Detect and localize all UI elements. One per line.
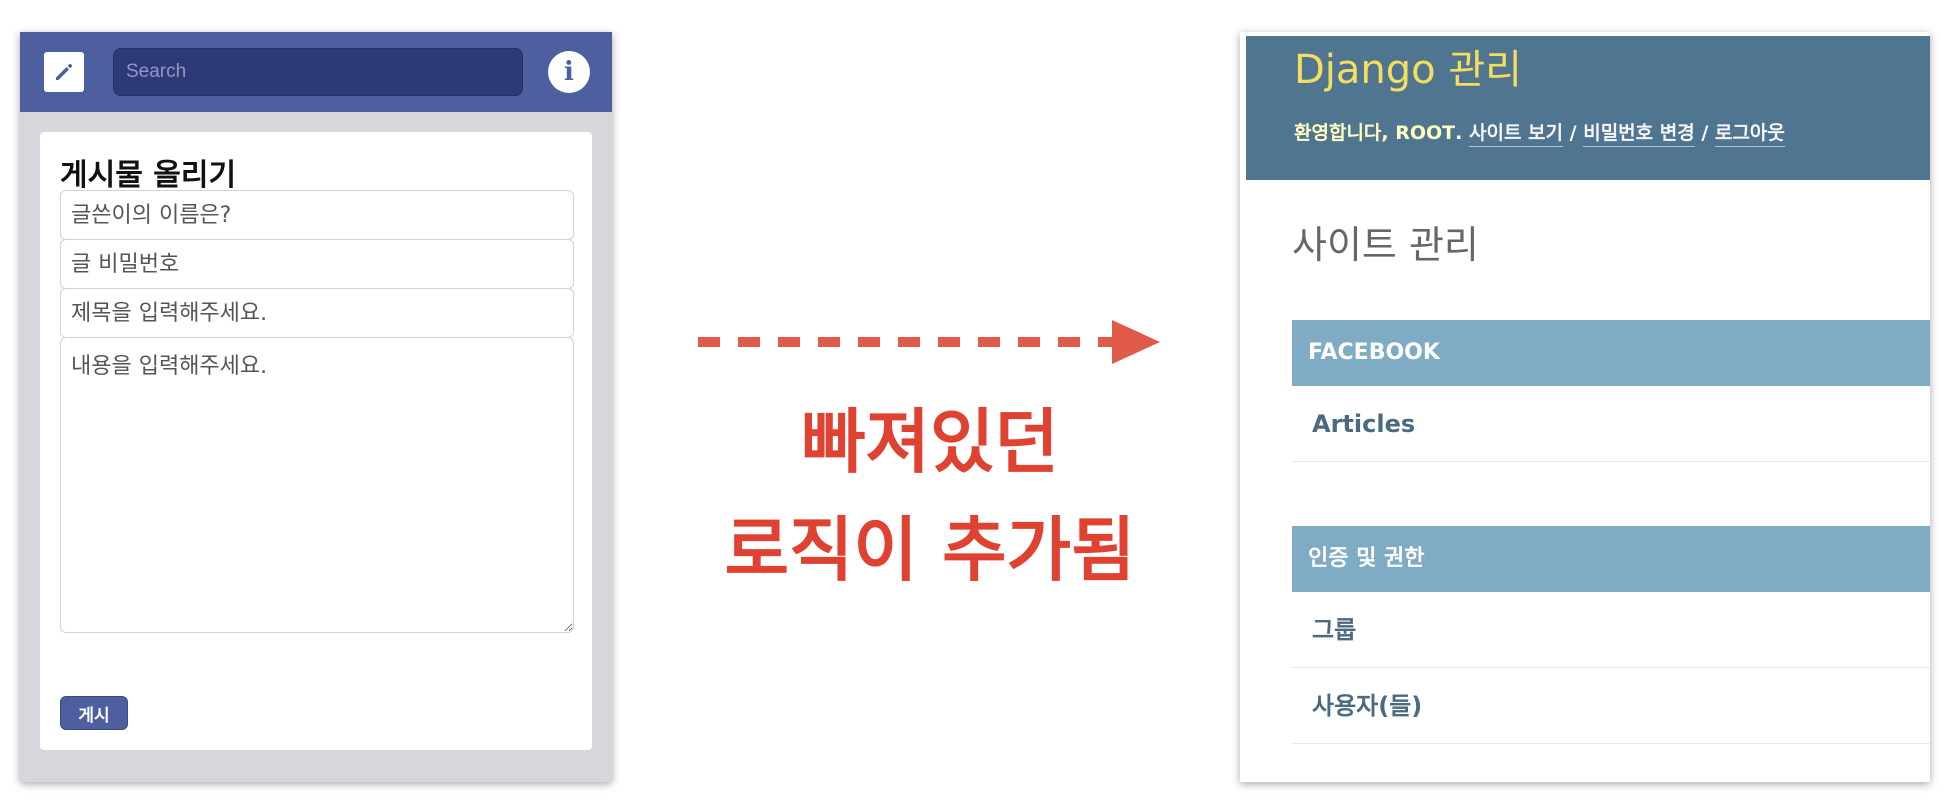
- change-caption: 빠져있던 로직이 추가됨: [680, 388, 1180, 604]
- model-row: 그룹: [1292, 592, 1930, 668]
- app-module-auth: 인증 및 권한 그룹 사용자(들): [1292, 526, 1930, 744]
- search-input[interactable]: [113, 48, 523, 96]
- view-site-link[interactable]: 사이트 보기: [1469, 122, 1564, 147]
- model-link-articles[interactable]: Articles: [1312, 410, 1415, 438]
- dashed-arrow-icon: [698, 320, 1160, 364]
- post-form-card: 게시물 올리기 게시: [40, 132, 592, 750]
- model-row: Articles: [1292, 386, 1930, 462]
- content-textarea[interactable]: [60, 337, 574, 633]
- app-module-facebook: FACEBOOK Articles: [1292, 320, 1930, 462]
- board-app-window: i 게시물 올리기 게시: [20, 32, 612, 782]
- site-branding[interactable]: Django 관리: [1294, 42, 1522, 98]
- pencil-icon: [56, 63, 73, 80]
- subject-input[interactable]: [60, 288, 574, 338]
- separator: /: [1701, 122, 1709, 144]
- logout-link[interactable]: 로그아웃: [1714, 122, 1785, 147]
- django-admin-window: Django 관리 환영합니다, ROOT. 사이트 보기 / 비밀번호 변경 …: [1240, 32, 1930, 782]
- page-title: 사이트 관리: [1292, 223, 1479, 267]
- welcome-text: 환영합니다,: [1294, 122, 1389, 144]
- module-caption[interactable]: 인증 및 권한: [1292, 526, 1930, 592]
- write-button[interactable]: [44, 52, 84, 92]
- post-password-input[interactable]: [60, 239, 574, 289]
- author-name-input[interactable]: [60, 190, 574, 240]
- model-row: 사용자(들): [1292, 668, 1930, 744]
- info-button[interactable]: i: [548, 51, 590, 93]
- post-submit-button[interactable]: 게시: [60, 696, 128, 730]
- username: ROOT: [1395, 122, 1456, 144]
- user-tools: 환영합니다, ROOT. 사이트 보기 / 비밀번호 변경 / 로그아웃: [1294, 118, 1785, 147]
- info-icon: i: [564, 57, 574, 87]
- caption-line-2: 로직이 추가됨: [724, 509, 1136, 591]
- form-title: 게시물 올리기: [60, 158, 237, 193]
- caption-line-1: 빠져있던: [801, 401, 1059, 483]
- module-caption[interactable]: FACEBOOK: [1292, 320, 1930, 386]
- change-password-link[interactable]: 비밀번호 변경: [1583, 122, 1695, 147]
- separator: /: [1569, 122, 1577, 144]
- top-navbar: i: [20, 32, 612, 112]
- model-link-groups[interactable]: 그룹: [1312, 616, 1356, 644]
- admin-header: Django 관리 환영합니다, ROOT. 사이트 보기 / 비밀번호 변경 …: [1246, 36, 1930, 180]
- model-link-users[interactable]: 사용자(들): [1312, 692, 1422, 720]
